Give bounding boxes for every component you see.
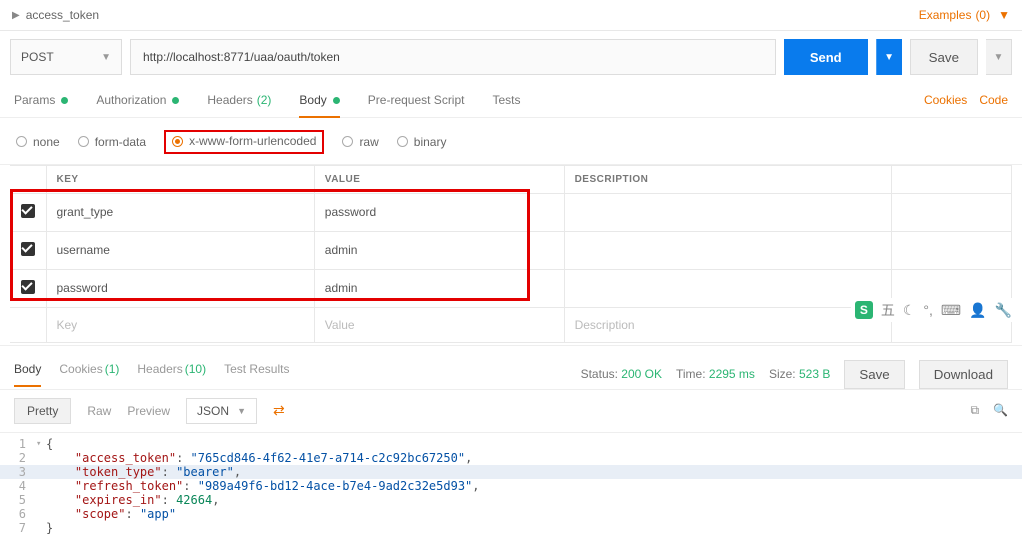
radio-icon <box>397 136 408 147</box>
response-download-button[interactable]: Download <box>919 360 1008 389</box>
save-button[interactable]: Save <box>910 39 978 75</box>
url-input[interactable]: http://localhost:8771/uaa/oauth/token <box>130 39 776 75</box>
chevron-down-icon: ▼ <box>998 8 1010 22</box>
time-value: 2295 ms <box>709 367 755 381</box>
desc-cell[interactable] <box>564 193 891 231</box>
desc-header: DESCRIPTION <box>564 165 891 193</box>
tab-name-label: access_token <box>26 8 99 22</box>
value-header: VALUE <box>314 165 564 193</box>
status-value: 200 OK <box>621 367 662 381</box>
resp-tab-headers[interactable]: Headers(10) <box>137 362 206 386</box>
bodytype-formdata[interactable]: form-data <box>78 135 146 149</box>
copy-icon[interactable]: ⧉ <box>970 403 979 418</box>
desc-cell[interactable] <box>564 231 891 269</box>
check-header <box>10 165 46 193</box>
search-icon[interactable]: 🔍 <box>993 403 1008 418</box>
key-header: KEY <box>46 165 314 193</box>
checkbox-icon[interactable] <box>21 280 35 294</box>
radio-icon <box>172 136 183 147</box>
bodytype-none[interactable]: none <box>16 135 60 149</box>
method-label: POST <box>21 50 54 64</box>
send-dropdown[interactable]: ▼ <box>876 39 902 75</box>
value-cell[interactable]: admin <box>314 231 564 269</box>
tools-header <box>892 165 1012 193</box>
examples-count: (0) <box>975 8 990 22</box>
sogou-icon[interactable]: S <box>855 301 873 319</box>
cookies-link[interactable]: Cookies <box>924 93 967 107</box>
view-raw[interactable]: Raw <box>87 404 111 418</box>
tab-params[interactable]: Params <box>14 93 68 117</box>
resp-tab-cookies[interactable]: Cookies(1) <box>59 362 119 386</box>
code-link[interactable]: Code <box>979 93 1008 107</box>
view-pretty[interactable]: Pretty <box>14 398 71 424</box>
resp-tab-tests[interactable]: Test Results <box>224 362 289 386</box>
tab-prerequest[interactable]: Pre-request Script <box>368 93 465 117</box>
value-cell[interactable]: password <box>314 193 564 231</box>
url-value: http://localhost:8771/uaa/oauth/token <box>143 50 340 64</box>
punct-icon[interactable]: °, <box>923 302 933 318</box>
resp-tab-body[interactable]: Body <box>14 362 41 386</box>
method-select[interactable]: POST ▼ <box>10 39 122 75</box>
keyboard-icon[interactable]: ⌨ <box>941 302 961 319</box>
radio-icon <box>16 136 27 147</box>
moon-icon[interactable]: ☾ <box>903 302 916 319</box>
key-cell[interactable]: grant_type <box>46 193 314 231</box>
radio-icon <box>342 136 353 147</box>
wubi-icon[interactable]: 五 <box>881 300 895 320</box>
highlight-box: x-www-form-urlencoded <box>164 130 324 154</box>
ime-tray: S 五 ☾ °, ⌨ 👤 🔧 <box>851 298 1016 322</box>
chevron-down-icon: ▼ <box>101 52 111 63</box>
chevron-down-icon: ▼ <box>237 406 246 416</box>
table-row[interactable]: username admin <box>10 231 1012 269</box>
bodytype-urlencoded[interactable]: x-www-form-urlencoded <box>172 134 316 148</box>
table-row[interactable]: grant_type password <box>10 193 1012 231</box>
radio-icon <box>78 136 89 147</box>
active-dot-icon <box>61 97 68 104</box>
tab-headers[interactable]: Headers(2) <box>207 93 271 117</box>
response-body[interactable]: 1▾{ 2 "access_token": "765cd846-4f62-41e… <box>0 433 1022 539</box>
examples-dropdown[interactable]: Examples (0) ▼ <box>919 8 1010 22</box>
value-cell[interactable]: admin <box>314 269 564 307</box>
send-button[interactable]: Send <box>784 39 868 75</box>
active-dot-icon <box>333 97 340 104</box>
request-tab-name[interactable]: ▶ access_token <box>12 8 99 22</box>
tab-authorization[interactable]: Authorization <box>96 93 179 117</box>
expand-icon: ▶ <box>12 10 20 21</box>
size-value: 523 B <box>799 367 830 381</box>
wrench-icon[interactable]: 🔧 <box>995 302 1012 319</box>
save-dropdown[interactable]: ▼ <box>986 39 1012 75</box>
view-preview[interactable]: Preview <box>127 404 170 418</box>
checkbox-icon[interactable] <box>21 204 35 218</box>
examples-label: Examples <box>919 8 972 22</box>
active-dot-icon <box>172 97 179 104</box>
response-save-button[interactable]: Save <box>844 360 904 389</box>
key-cell[interactable]: password <box>46 269 314 307</box>
checkbox-icon[interactable] <box>21 242 35 256</box>
bodytype-raw[interactable]: raw <box>342 135 378 149</box>
tab-tests[interactable]: Tests <box>492 93 520 117</box>
desc-placeholder[interactable]: Description <box>564 307 891 342</box>
tab-body[interactable]: Body <box>299 93 339 117</box>
key-placeholder[interactable]: Key <box>46 307 314 342</box>
value-placeholder[interactable]: Value <box>314 307 564 342</box>
lang-select[interactable]: JSON▼ <box>186 398 257 424</box>
wrap-icon[interactable]: ⇄ <box>273 402 285 419</box>
key-cell[interactable]: username <box>46 231 314 269</box>
desc-cell[interactable] <box>564 269 891 307</box>
bodytype-binary[interactable]: binary <box>397 135 447 149</box>
user-icon[interactable]: 👤 <box>969 302 986 319</box>
